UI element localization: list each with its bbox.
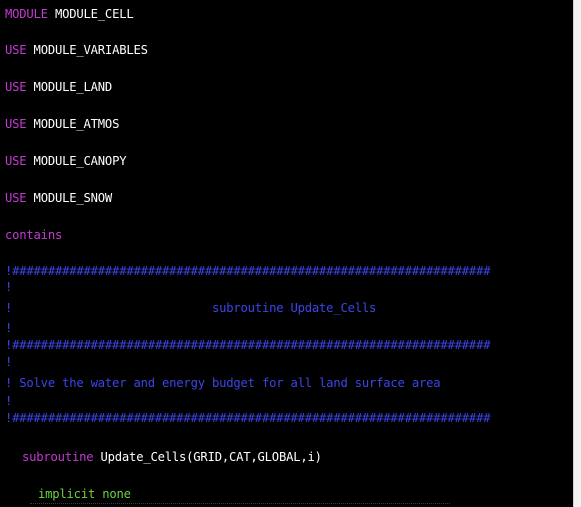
keyword-contains: contains: [5, 228, 63, 242]
subroutine-signature: Update_Cells(GRID,CAT,GLOBAL,i): [93, 450, 322, 464]
use-module-name: MODULE_VARIABLES: [26, 43, 148, 57]
code-line-use-variables: USE MODULE_VARIABLES: [5, 42, 148, 58]
comment-bang-line: !: [5, 394, 13, 408]
code-line-use-snow: USE MODULE_SNOW: [5, 190, 112, 206]
keyword-use: USE: [5, 43, 27, 57]
keyword-use: USE: [5, 191, 27, 205]
code-line-use-land: USE MODULE_LAND: [5, 79, 112, 95]
keyword-use: USE: [5, 117, 27, 131]
keyword-use: USE: [5, 80, 27, 94]
comment-banner-title: ! subroutine Update_Cells: [5, 301, 377, 315]
keyword-use: USE: [5, 154, 27, 168]
use-module-name: MODULE_LAND: [26, 80, 113, 94]
comment-bang-line: !: [5, 355, 13, 369]
code-line-use-canopy: USE MODULE_CANOPY: [5, 153, 127, 169]
keyword-module: MODULE: [5, 7, 48, 21]
module-name: MODULE_CELL: [47, 7, 134, 21]
code-editor[interactable]: MODULE MODULE_CELL USE MODULE_VARIABLES …: [0, 0, 573, 507]
code-line-contains: contains: [5, 227, 62, 243]
comment-separator-line: !#######################################…: [5, 411, 491, 425]
code-line-subroutine: subroutine Update_Cells(GRID,CAT,GLOBAL,…: [22, 449, 322, 465]
use-module-name: MODULE_CANOPY: [26, 154, 127, 168]
partial-next-line: [30, 503, 450, 507]
comment-bang-line: !: [5, 280, 13, 294]
comment-description: ! Solve the water and energy budget for …: [5, 376, 441, 390]
use-module-name: MODULE_SNOW: [26, 191, 113, 205]
comment-separator-line: !#######################################…: [5, 264, 491, 278]
code-line-module: MODULE MODULE_CELL: [5, 6, 134, 22]
use-module-name: MODULE_ATMOS: [26, 117, 120, 131]
comment-bang-line: !: [5, 321, 13, 335]
code-line-implicit-none: implicit none: [38, 487, 131, 501]
keyword-subroutine: subroutine: [22, 450, 94, 464]
window-edge: [573, 0, 581, 507]
comment-separator-line: !#######################################…: [5, 338, 491, 352]
code-line-use-atmos: USE MODULE_ATMOS: [5, 116, 119, 132]
